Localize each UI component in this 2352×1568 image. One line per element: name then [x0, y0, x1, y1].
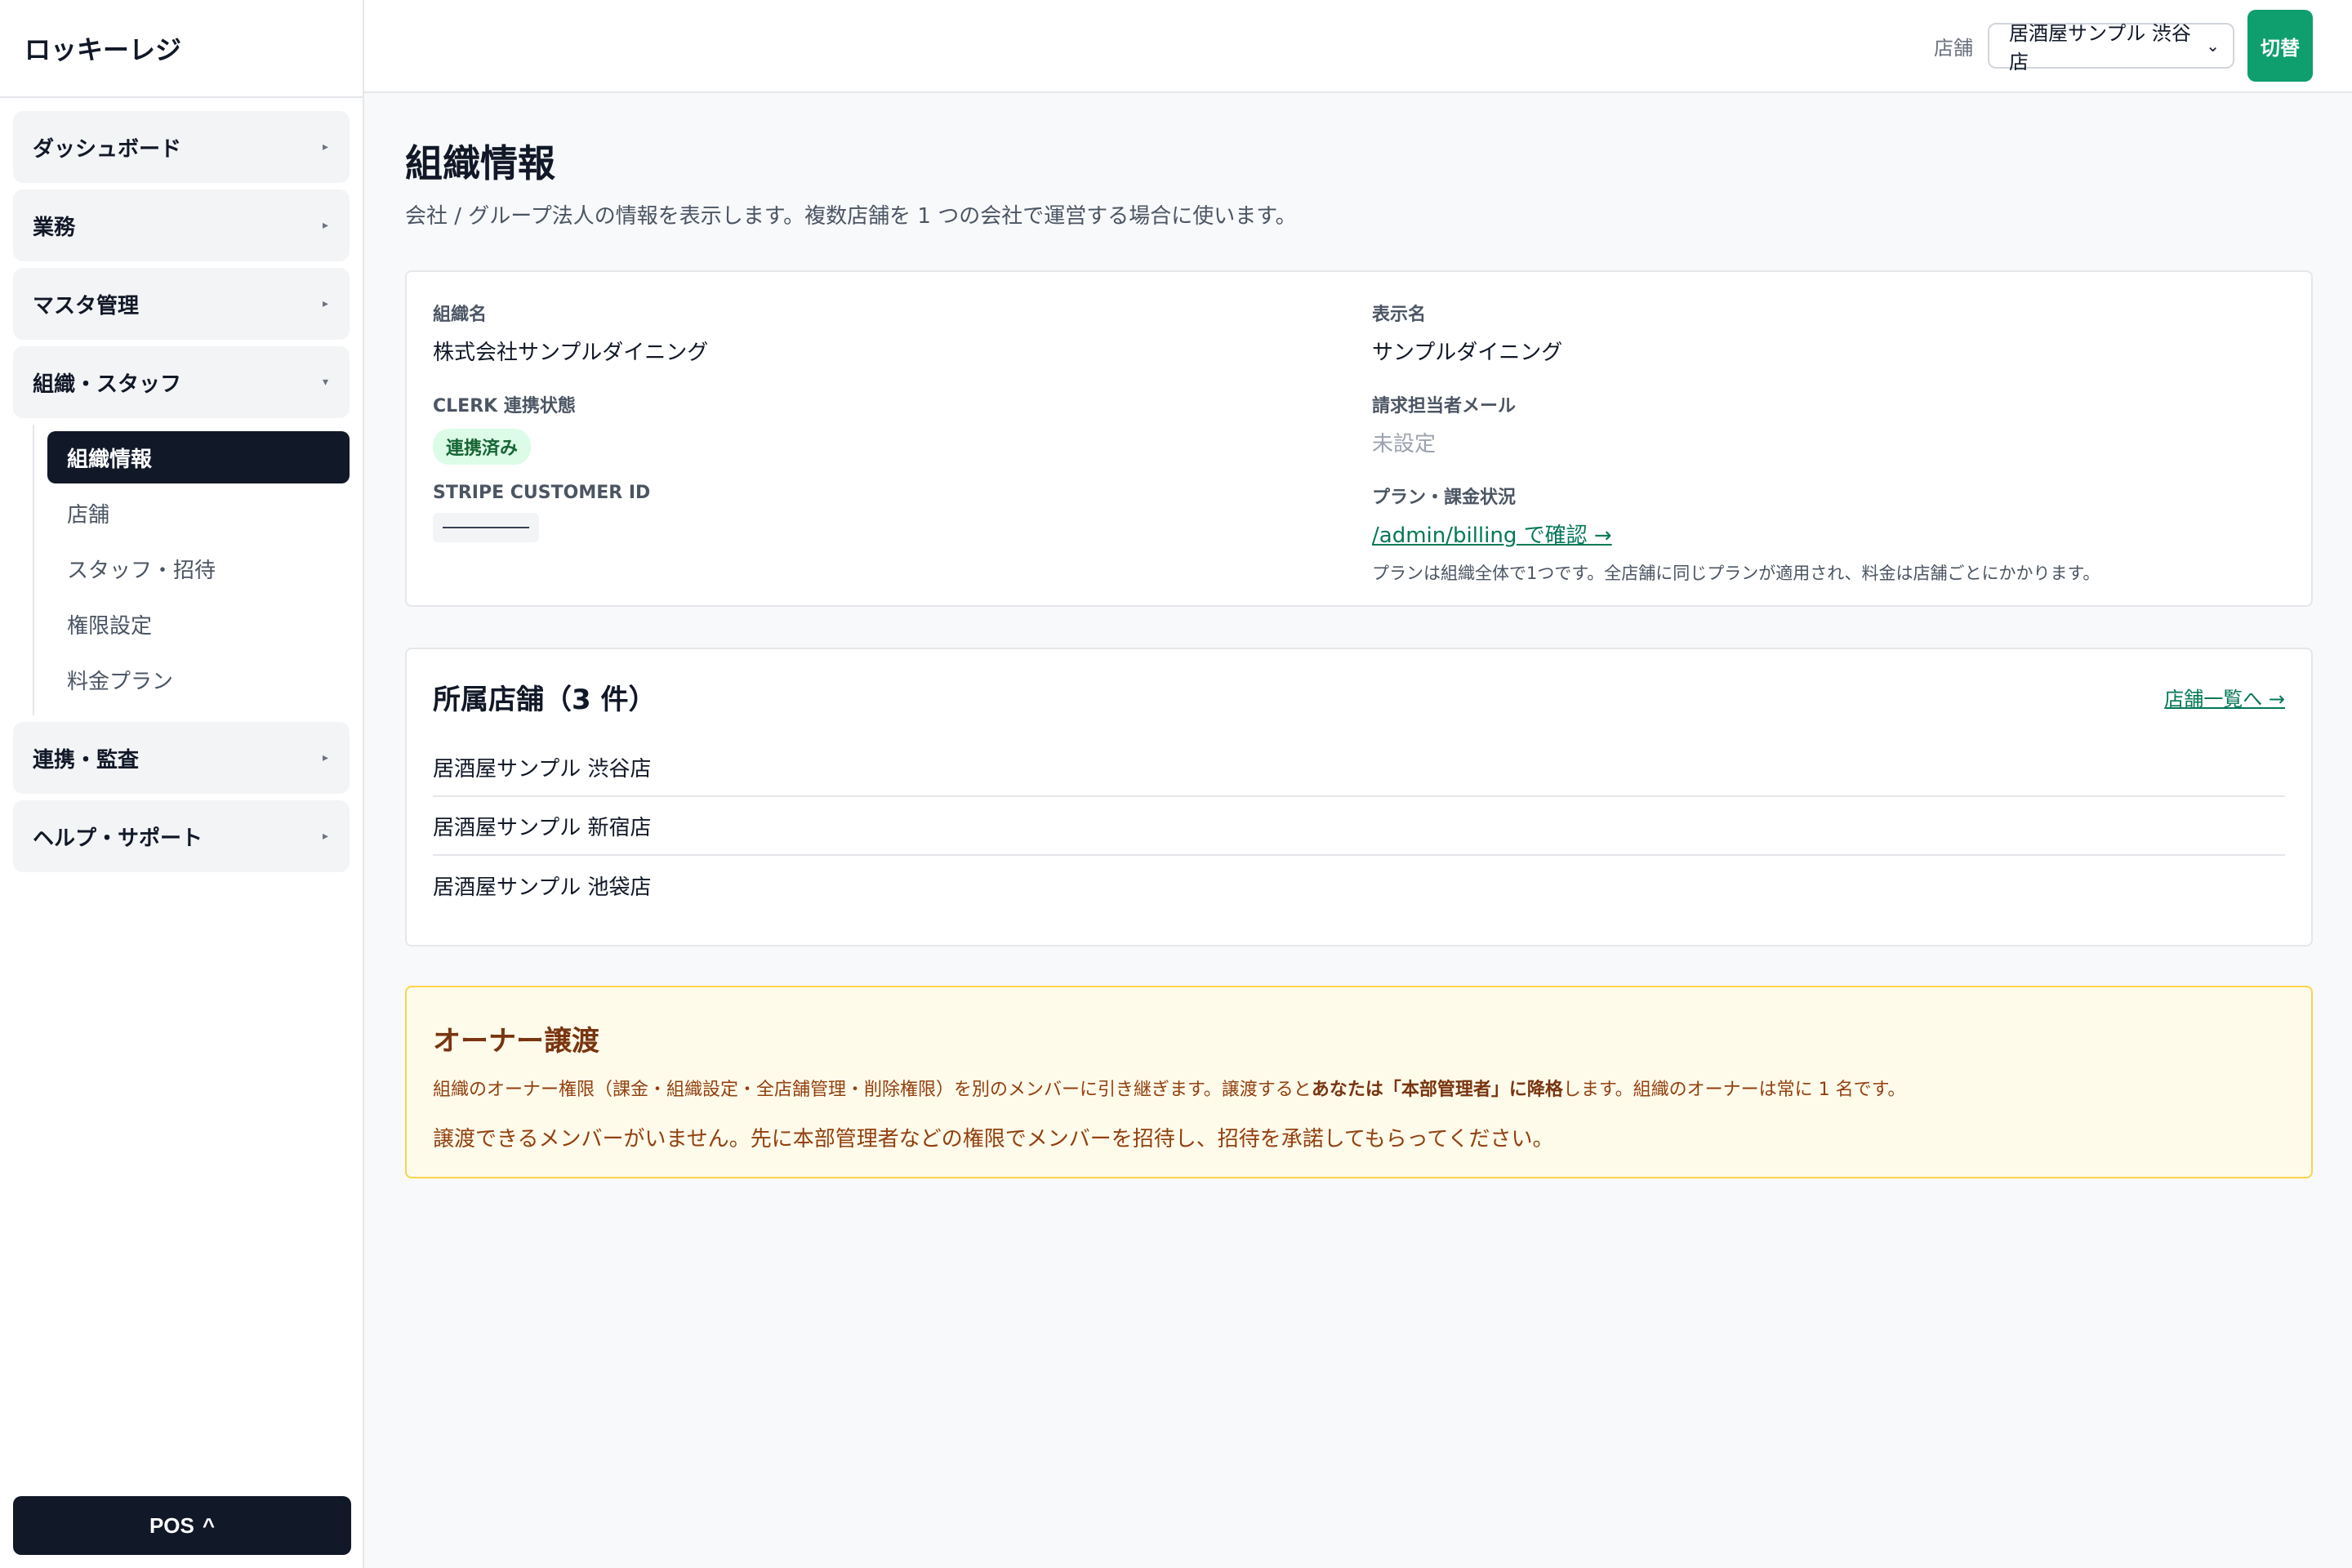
page-title: 組織情報	[405, 141, 555, 185]
sidebar-group-label: 連携・監査	[33, 747, 140, 773]
switch-store-button[interactable]: 切替	[2247, 10, 2313, 82]
plan-status-label: プラン・課金状況	[1372, 488, 1517, 508]
list-item: 居酒屋サンプル 渋谷店	[433, 738, 2285, 797]
chevron-up-icon: ^	[202, 1512, 216, 1538]
sidebar-subnav-org-staff: 組織情報 店舗 スタッフ・招待 権限設定 料金プラン	[33, 425, 350, 715]
owner-transfer-title: オーナー譲渡	[433, 1025, 599, 1058]
caret-right-icon: ▸	[322, 297, 328, 310]
billing-link[interactable]: /admin/billing で確認 →	[1372, 523, 1612, 548]
org-name-field: 組織名 株式会社サンプルダイニング	[433, 300, 708, 366]
pos-button[interactable]: POS ^	[13, 1496, 351, 1555]
org-info-card: 組織名 株式会社サンプルダイニング 表示名 サンプルダイニング CLERK 連携…	[405, 270, 2313, 607]
sidebar-item-pricing-plan[interactable]: 料金プラン	[47, 653, 350, 706]
sidebar-group-help-support[interactable]: ヘルプ・サポート ▸	[13, 800, 350, 872]
list-item: 居酒屋サンプル 新宿店	[433, 797, 2285, 856]
stores-card: 所属店舗（3 件） 店舗一覧へ → 居酒屋サンプル 渋谷店 居酒屋サンプル 新宿…	[405, 648, 2313, 947]
app-brand: ロッキーレジ	[0, 0, 363, 98]
plan-note: プランは組織全体で1つです。全店舗に同じプランが適用され、料金は店舗ごとにかかり…	[1372, 564, 2100, 583]
main-content: 組織情報 会社 / グループ法人の情報を表示します。複数店舗を 1 つの会社で運…	[405, 93, 2313, 1178]
sidebar-item-stores[interactable]: 店舗	[47, 487, 350, 539]
caret-right-icon: ▸	[322, 830, 328, 843]
billing-email-label: 請求担当者メール	[1372, 396, 1517, 416]
status-badge: 連携済み	[433, 429, 532, 465]
org-name-value: 株式会社サンプルダイニング	[433, 341, 709, 365]
stores-title: 所属店舗（3 件）	[433, 684, 657, 716]
chevron-down-icon: ⌄	[2206, 36, 2220, 56]
caret-down-icon: ▾	[322, 376, 328, 389]
app-root: ロッキーレジ ダッシュボード ▸ 業務 ▸ マスタ管理 ▸ 組織・スタッフ ▾ …	[0, 0, 2352, 1568]
sidebar-nav: ダッシュボード ▸ 業務 ▸ マスタ管理 ▸ 組織・スタッフ ▾ 組織情報 店舗…	[0, 98, 363, 872]
store-list: 居酒屋サンプル 渋谷店 居酒屋サンプル 新宿店 居酒屋サンプル 池袋店	[433, 738, 2285, 915]
stores-header: 所属店舗（3 件） 店舗一覧へ →	[433, 677, 2285, 717]
store-select-label: 店舗	[1934, 36, 1973, 60]
sidebar-group-operations[interactable]: 業務 ▸	[13, 189, 350, 261]
sidebar-group-label: 組織・スタッフ	[33, 372, 182, 397]
clerk-status-field: CLERK 連携状態 連携済み	[433, 391, 576, 465]
sidebar-group-label: ダッシュボード	[33, 136, 182, 162]
pos-button-label: POS	[149, 1512, 194, 1538]
owner-transfer-description: 組織のオーナー権限（課金・組織設定・全店舗管理・削除権限）を別のメンバーに引き継…	[433, 1075, 2285, 1101]
caret-right-icon: ▸	[322, 140, 328, 154]
caret-right-icon: ▸	[322, 219, 328, 232]
desc-text: します。組織のオーナーは常に 1 名です。	[1562, 1080, 1906, 1100]
sidebar-group-dashboard[interactable]: ダッシュボード ▸	[13, 111, 350, 183]
store-select[interactable]: 居酒屋サンプル 渋谷店 ⌄	[1988, 22, 2234, 74]
display-name-label: 表示名	[1372, 305, 1427, 325]
stripe-id-label: STRIPE CUSTOMER ID	[433, 483, 651, 503]
sidebar-group-label: 業務	[33, 215, 76, 240]
billing-email-field: 請求担当者メール 未設定	[1372, 391, 1516, 457]
caret-right-icon: ▸	[322, 751, 328, 764]
display-name-value: サンプルダイニング	[1372, 341, 1563, 365]
owner-transfer-message: 譲渡できるメンバーがいません。先に本部管理者などの権限でメンバーを招待し、招待を…	[433, 1127, 1554, 1152]
sidebar-group-label: ヘルプ・サポート	[33, 826, 203, 851]
sidebar-group-label: マスタ管理	[33, 293, 140, 318]
sidebar-group-org-staff[interactable]: 組織・スタッフ ▾	[13, 346, 350, 418]
sidebar-item-org-info[interactable]: 組織情報	[47, 431, 350, 483]
list-item: 居酒屋サンプル 池袋店	[433, 875, 652, 900]
plan-status-field: プラン・課金状況 /admin/billing で確認 → プランは組織全体で1…	[1372, 483, 2100, 585]
stripe-id-empty-value	[433, 513, 539, 542]
desc-text: 組織のオーナー権限（課金・組織設定・全店舗管理・削除権限）を別のメンバーに引き継…	[433, 1080, 1312, 1100]
stripe-id-field: STRIPE CUSTOMER ID	[433, 483, 650, 546]
desc-emphasis: あなたは「本部管理者」に降格	[1311, 1080, 1563, 1100]
sidebar-item-staff-invite[interactable]: スタッフ・招待	[47, 542, 350, 595]
store-select-value: 居酒屋サンプル 渋谷店	[2009, 22, 2191, 74]
page-description: 会社 / グループ法人の情報を表示します。複数店舗を 1 つの会社で運営する場合…	[405, 204, 1297, 229]
sidebar-group-master[interactable]: マスタ管理 ▸	[13, 268, 350, 340]
display-name-field: 表示名 サンプルダイニング	[1372, 300, 1562, 366]
sidebar: ロッキーレジ ダッシュボード ▸ 業務 ▸ マスタ管理 ▸ 組織・スタッフ ▾ …	[0, 0, 364, 1568]
stores-list-link[interactable]: 店舗一覧へ →	[2164, 683, 2285, 711]
owner-transfer-card: オーナー譲渡 組織のオーナー権限（課金・組織設定・全店舗管理・削除権限）を別のメ…	[405, 986, 2313, 1178]
billing-email-value: 未設定	[1372, 432, 1437, 457]
clerk-status-label: CLERK 連携状態	[433, 396, 576, 416]
org-name-label: 組織名	[433, 305, 488, 325]
sidebar-item-permissions[interactable]: 権限設定	[47, 598, 350, 650]
sidebar-group-integration-audit[interactable]: 連携・監査 ▸	[13, 722, 350, 794]
topbar: 店舗 居酒屋サンプル 渋谷店 ⌄ 切替	[364, 0, 2352, 93]
